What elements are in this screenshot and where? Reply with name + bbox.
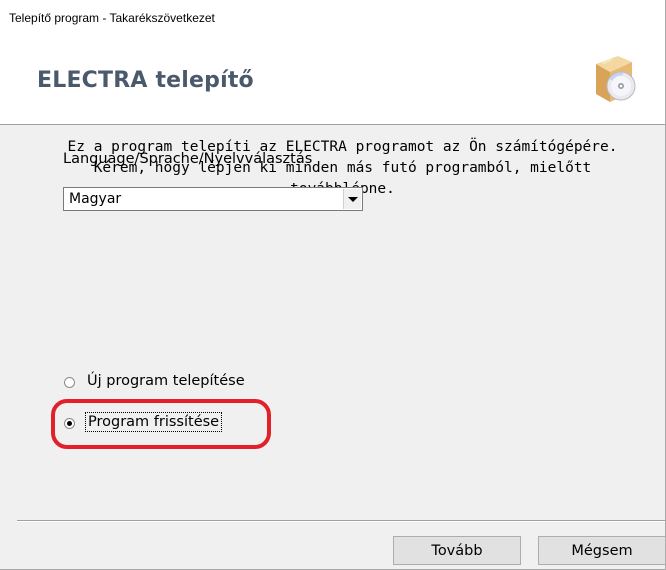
language-select-value: Magyar — [69, 191, 122, 207]
page-title: ELECTRA telepítő — [37, 68, 254, 93]
title-bar[interactable]: Telepítő program - Takarékszövetkezet — [0, 0, 665, 36]
cancel-button[interactable]: Mégsem — [538, 536, 666, 565]
language-label: Language/Sprache/Nyelvválasztás — [63, 151, 313, 167]
radio-button-unchecked-icon[interactable] — [64, 377, 75, 388]
next-button[interactable]: Tovább — [393, 536, 521, 565]
window-title: Telepítő program - Takarékszövetkezet — [9, 11, 215, 25]
radio-label-new-install[interactable]: Új program telepítése — [87, 373, 245, 389]
installer-window: Telepítő program - Takarékszövetkezet EL… — [0, 0, 666, 570]
footer-divider — [17, 520, 665, 522]
header-banner: ELECTRA telepítő — [0, 36, 665, 125]
chevron-down-icon[interactable] — [343, 189, 361, 209]
language-select[interactable]: Magyar — [63, 187, 363, 211]
content-area: Ez a program telepíti az ELECTRA program… — [0, 125, 665, 525]
software-box-cd-icon — [596, 56, 636, 102]
radio-button-checked-icon[interactable] — [64, 418, 75, 429]
radio-label-update[interactable]: Program frissítése — [84, 412, 223, 432]
